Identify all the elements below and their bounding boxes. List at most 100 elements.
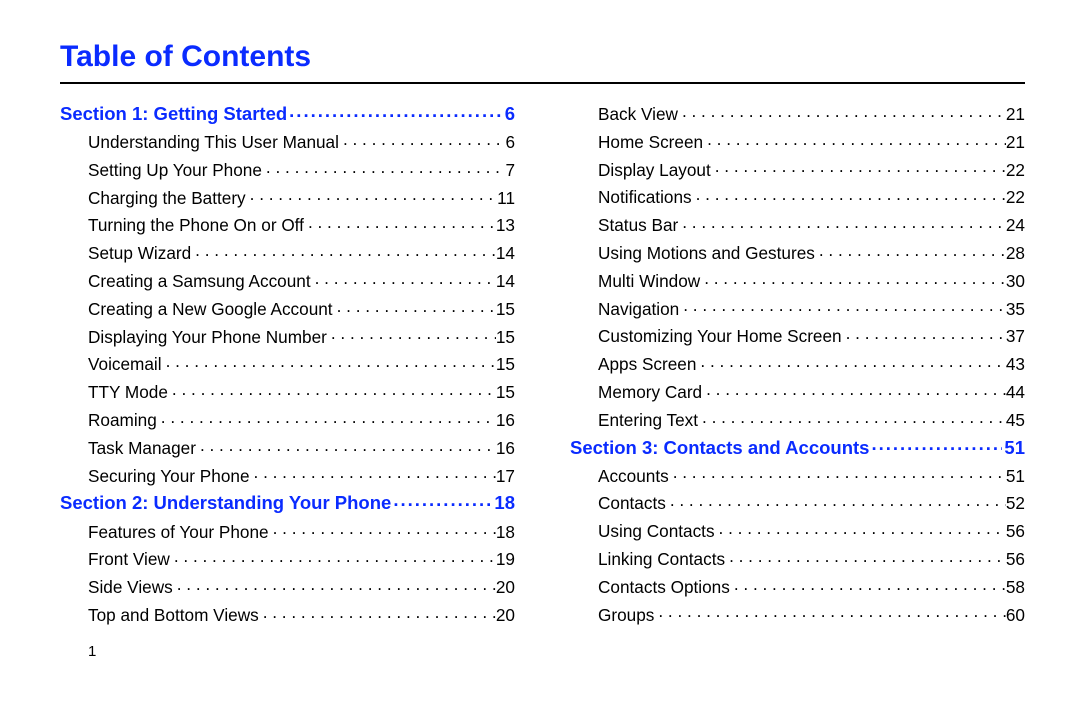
entry-label: Securing Your Phone: [88, 468, 250, 485]
leader-dots: [166, 354, 496, 370]
leader-dots: [715, 160, 1006, 176]
leader-dots: [254, 466, 496, 482]
leader-dots: [289, 104, 503, 120]
toc-entry[interactable]: Features of Your Phone 18: [60, 522, 515, 541]
toc-entry[interactable]: Groups 60: [570, 605, 1025, 624]
toc-entry[interactable]: Contacts Options 58: [570, 577, 1025, 596]
entry-label: Accounts: [598, 468, 669, 485]
entry-label: Front View: [88, 551, 170, 568]
entry-label: Creating a Samsung Account: [88, 273, 311, 290]
toc-entry[interactable]: Charging the Battery 11: [60, 188, 515, 207]
toc-section-heading[interactable]: Section 2: Understanding Your Phone 18: [60, 493, 515, 513]
toc-entry[interactable]: Entering Text 45: [570, 410, 1025, 429]
toc-entry[interactable]: TTY Mode 15: [60, 382, 515, 401]
toc-entry[interactable]: Memory Card 44: [570, 382, 1025, 401]
toc-entry[interactable]: Setup Wizard 14: [60, 243, 515, 262]
toc-entry[interactable]: Contacts 52: [570, 493, 1025, 512]
entry-label: Turning the Phone On or Off: [88, 217, 304, 234]
leader-dots: [658, 605, 1006, 621]
toc-entry[interactable]: Roaming 16: [60, 410, 515, 429]
toc-section-heading[interactable]: Section 1: Getting Started 6: [60, 104, 515, 124]
toc-page: Table of Contents Section 1: Getting Sta…: [0, 0, 1080, 685]
entry-label: Voicemail: [88, 356, 162, 373]
page-number: 56: [1006, 551, 1025, 568]
toc-entry[interactable]: Securing Your Phone 17: [60, 466, 515, 485]
toc-entry[interactable]: Creating a New Google Account 15: [60, 299, 515, 318]
entry-label: Using Contacts: [598, 523, 715, 540]
toc-entry[interactable]: Creating a Samsung Account 14: [60, 271, 515, 290]
page-number: 30: [1006, 273, 1025, 290]
leader-dots: [702, 410, 1006, 426]
leader-dots: [263, 605, 496, 621]
leader-dots: [682, 215, 1006, 231]
page-number: 21: [1006, 106, 1025, 123]
page-number: 16: [496, 412, 515, 429]
leader-dots: [200, 438, 496, 454]
entry-label: Status Bar: [598, 217, 678, 234]
toc-entry[interactable]: Multi Window 30: [570, 271, 1025, 290]
leader-dots: [704, 271, 1006, 287]
toc-entry[interactable]: Navigation 35: [570, 299, 1025, 318]
page-number: 24: [1006, 217, 1025, 234]
toc-entry[interactable]: Status Bar 24: [570, 215, 1025, 234]
toc-entry[interactable]: Top and Bottom Views 20: [60, 605, 515, 624]
toc-entry[interactable]: Notifications 22: [570, 187, 1025, 206]
footer-page-number: 1: [88, 643, 1025, 660]
page-number: 18: [494, 494, 515, 513]
entry-label: Linking Contacts: [598, 551, 725, 568]
leader-dots: [700, 354, 1005, 370]
toc-entry[interactable]: Front View 19: [60, 549, 515, 568]
toc-entry[interactable]: Turning the Phone On or Off 13: [60, 215, 515, 234]
page-number: 56: [1006, 523, 1025, 540]
toc-entry[interactable]: Side Views 20: [60, 577, 515, 596]
toc-entry[interactable]: Using Contacts 56: [570, 521, 1025, 540]
toc-entry[interactable]: Setting Up Your Phone 7: [60, 160, 515, 179]
toc-entry[interactable]: Accounts 51: [570, 466, 1025, 485]
entry-label: Task Manager: [88, 440, 196, 457]
toc-entry[interactable]: Using Motions and Gestures 28: [570, 243, 1025, 262]
leader-dots: [729, 549, 1006, 565]
toc-entry[interactable]: Customizing Your Home Screen 37: [570, 326, 1025, 345]
page-number: 16: [496, 440, 515, 457]
entry-label: Displaying Your Phone Number: [88, 329, 327, 346]
leader-dots: [266, 160, 506, 176]
toc-entry[interactable]: Home Screen 21: [570, 132, 1025, 151]
page-number: 52: [1006, 495, 1025, 512]
toc-entry[interactable]: Apps Screen 43: [570, 354, 1025, 373]
entry-label: Setup Wizard: [88, 245, 191, 262]
leader-dots: [195, 243, 496, 259]
toc-entry[interactable]: Task Manager 16: [60, 438, 515, 457]
toc-entry[interactable]: Displaying Your Phone Number 15: [60, 327, 515, 346]
entry-label: Multi Window: [598, 273, 700, 290]
leader-dots: [393, 493, 492, 509]
toc-entry[interactable]: Display Layout 22: [570, 160, 1025, 179]
toc-entry[interactable]: Linking Contacts 56: [570, 549, 1025, 568]
entry-label: Notifications: [598, 189, 692, 206]
leader-dots: [174, 549, 496, 565]
page-number: 17: [496, 468, 515, 485]
page-number: 45: [1006, 412, 1025, 429]
leader-dots: [172, 382, 496, 398]
page-number: 37: [1006, 328, 1025, 345]
toc-entry[interactable]: Understanding This User Manual 6: [60, 132, 515, 151]
section-label: Section 3: Contacts and Accounts: [570, 439, 869, 458]
entry-label: Contacts: [598, 495, 666, 512]
leader-dots: [719, 521, 1006, 537]
page-number: 13: [496, 217, 515, 234]
entry-label: Apps Screen: [598, 356, 696, 373]
entry-label: Contacts Options: [598, 579, 730, 596]
page-title: Table of Contents: [60, 40, 1025, 74]
leader-dots: [706, 382, 1006, 398]
entry-label: Groups: [598, 607, 654, 624]
entry-label: TTY Mode: [88, 384, 168, 401]
toc-entry[interactable]: Voicemail 15: [60, 354, 515, 373]
entry-label: Using Motions and Gestures: [598, 245, 815, 262]
toc-entry[interactable]: Back View 21: [570, 104, 1025, 123]
page-number: 35: [1006, 301, 1025, 318]
page-number: 6: [505, 105, 515, 124]
entry-label: Display Layout: [598, 162, 711, 179]
toc-section-heading[interactable]: Section 3: Contacts and Accounts 51: [570, 438, 1025, 458]
leader-dots: [673, 466, 1006, 482]
page-number: 18: [496, 524, 515, 541]
leader-dots: [819, 243, 1006, 259]
